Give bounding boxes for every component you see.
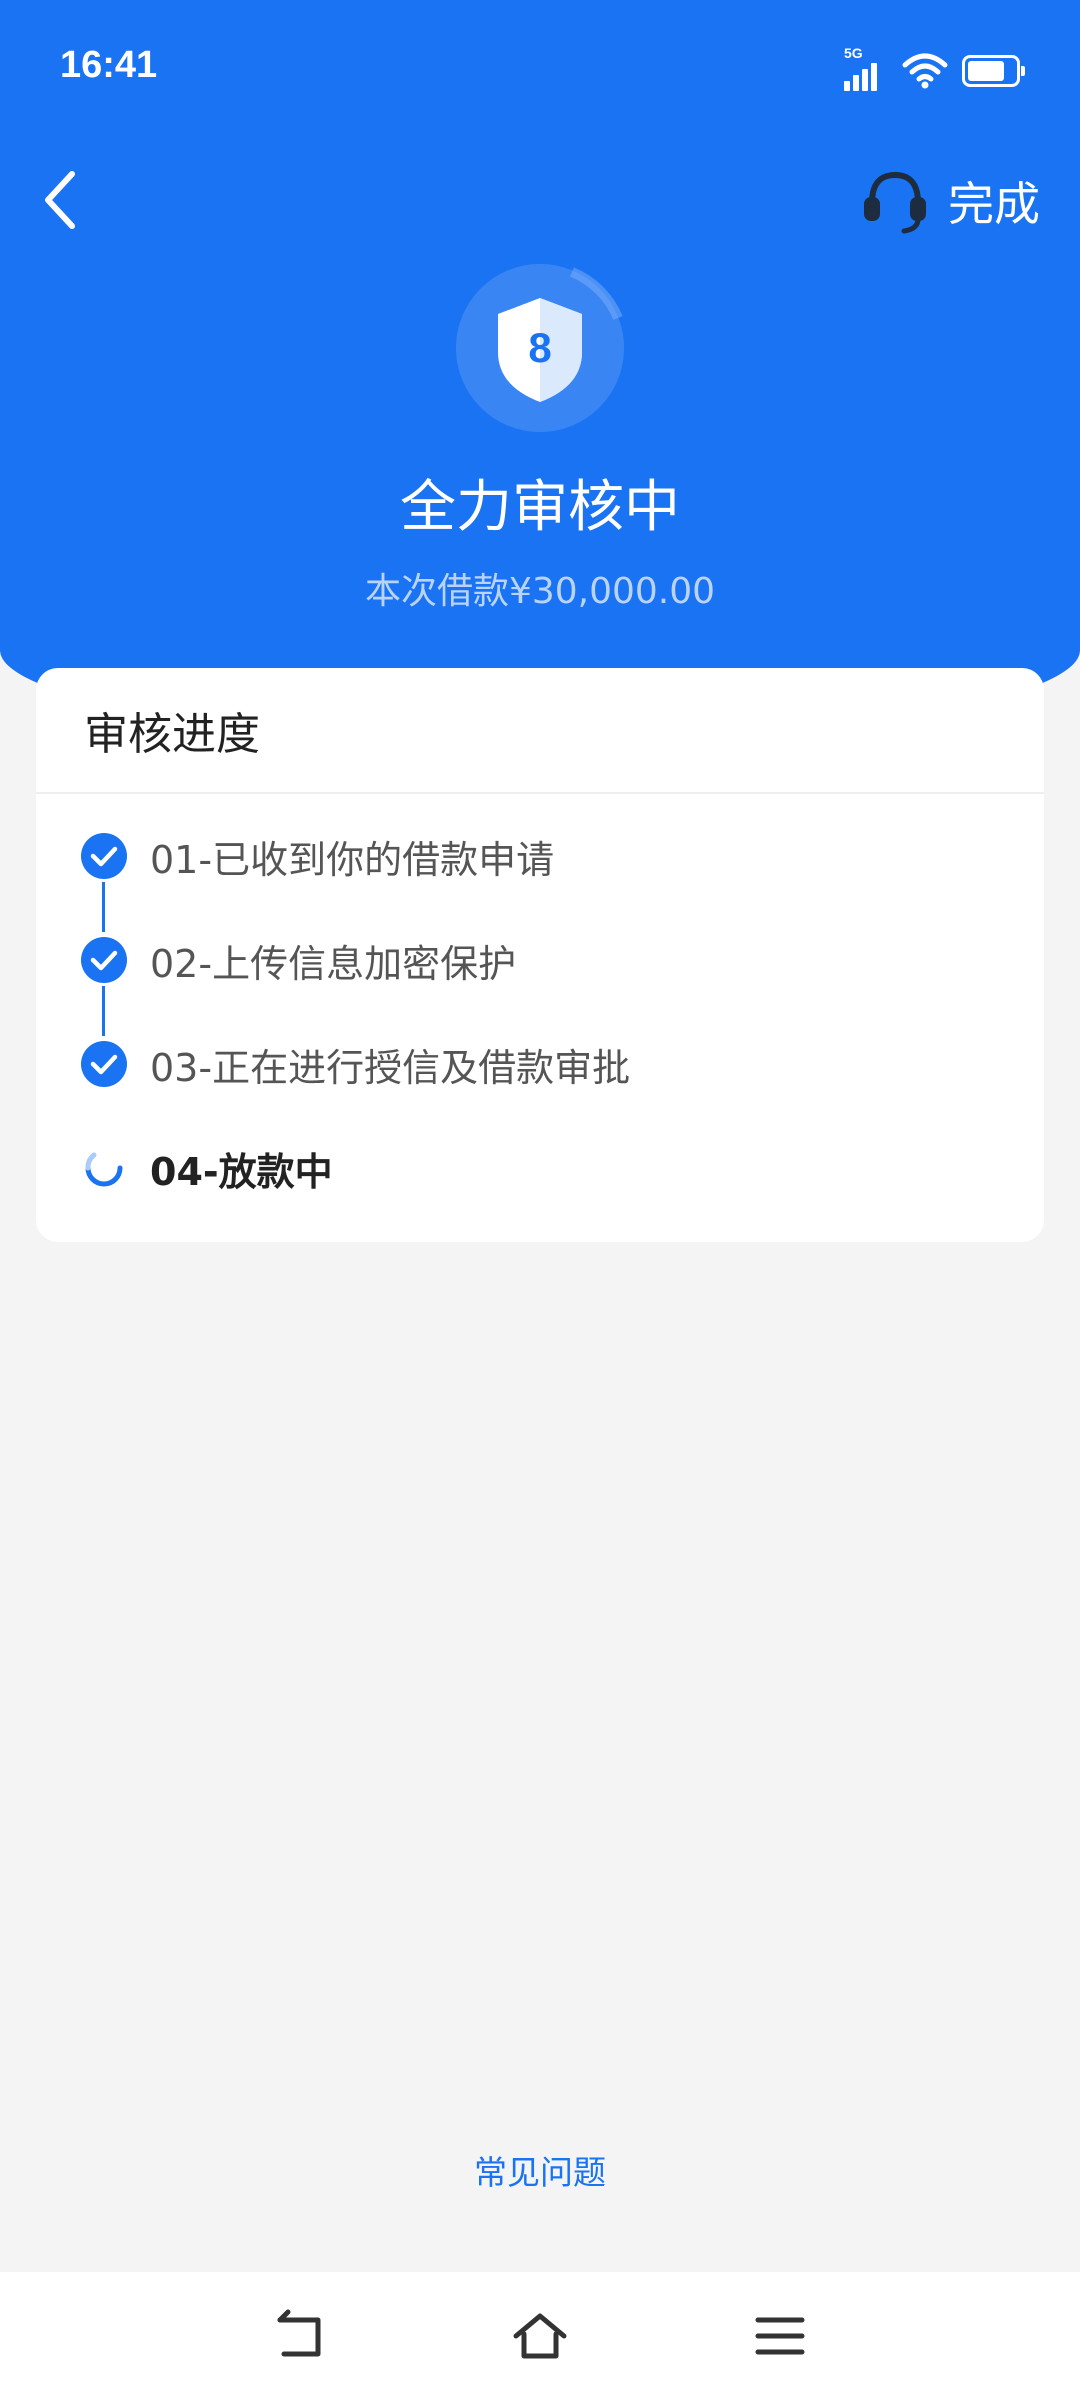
chevron-left-icon	[45, 171, 75, 229]
done-button[interactable]: 完成	[948, 168, 1040, 234]
network-type-label: 5G	[844, 45, 863, 61]
signal-icon: 5G	[844, 45, 888, 93]
status-icons: 5G	[844, 45, 1025, 96]
home-nav-icon[interactable]	[510, 2306, 570, 2366]
loan-amount-text: 本次借款¥30,000.00	[364, 571, 716, 612]
progress-step: 04-放款中	[80, 1138, 333, 1198]
badge-number: 8	[528, 324, 552, 371]
check-circle-icon	[81, 937, 127, 983]
step-label-active: 04-放款中	[150, 1149, 333, 1194]
system-nav-bar	[0, 2272, 1080, 2400]
progress-title: 审核进度	[84, 709, 260, 760]
check-circle-icon	[81, 1041, 127, 1087]
step-connector	[102, 882, 105, 932]
back-button[interactable]	[30, 160, 90, 240]
status-time: 16:41	[60, 44, 158, 86]
progress-step: 01-已收到你的借款申请	[80, 826, 554, 886]
headset-icon[interactable]	[860, 165, 930, 235]
step-label: 02-上传信息加密保护	[150, 941, 517, 986]
progress-card: 审核进度 01-已收到你的借款申请 02-上传信息加密保护 03-正在进行授信及…	[36, 668, 1044, 1242]
battery-icon	[962, 55, 1025, 87]
step-connector	[102, 986, 105, 1036]
progress-step: 02-上传信息加密保护	[80, 930, 516, 990]
check-circle-icon	[81, 833, 127, 879]
back-nav-icon[interactable]	[270, 2306, 330, 2366]
progress-step: 03-正在进行授信及借款审批	[80, 1034, 630, 1094]
menu-nav-icon[interactable]	[750, 2306, 810, 2366]
review-status-title: 全力审核中	[400, 475, 680, 540]
step-label: 03-正在进行授信及借款审批	[150, 1045, 631, 1090]
wifi-icon	[902, 53, 948, 89]
loading-spinner-icon	[85, 1152, 123, 1187]
step-label: 01-已收到你的借款申请	[150, 837, 555, 882]
divider	[36, 792, 1044, 794]
faq-link[interactable]: 常见问题	[0, 2146, 1080, 2194]
